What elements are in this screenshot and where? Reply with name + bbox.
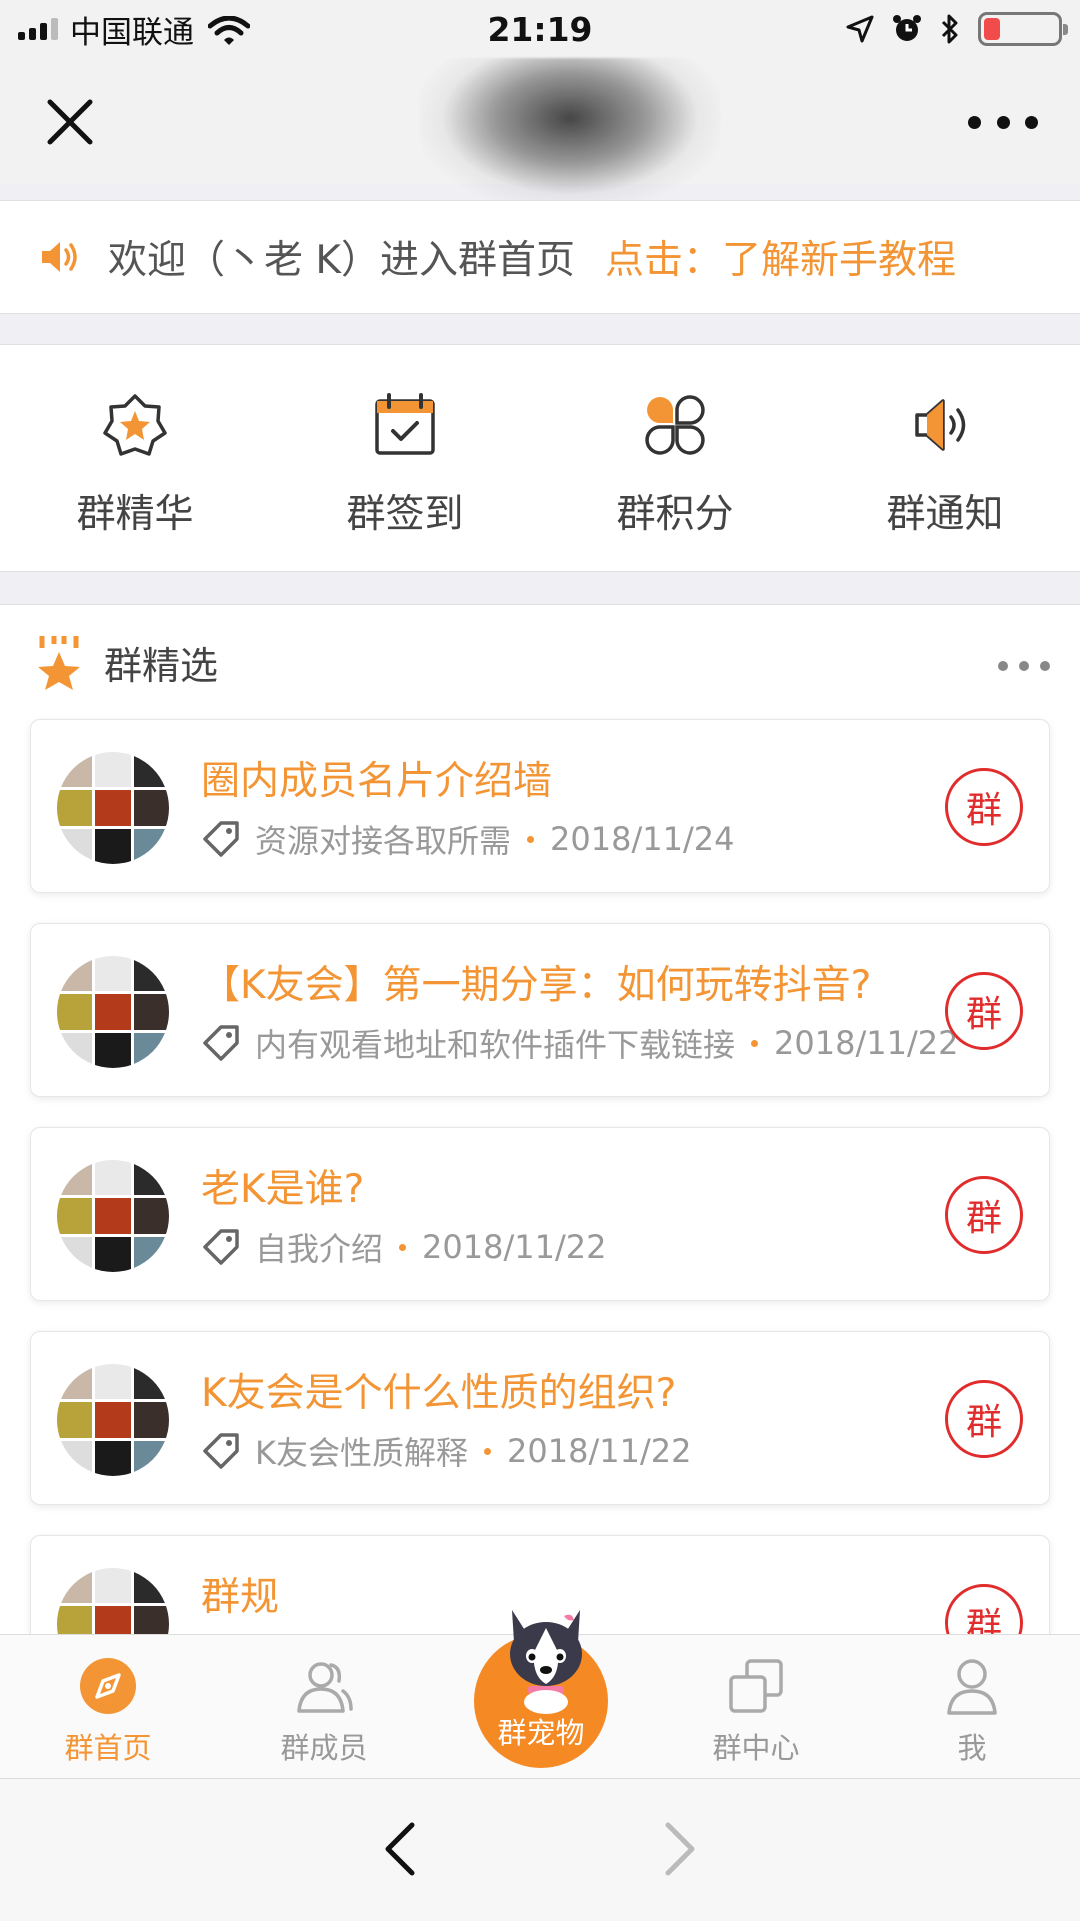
meta-separator — [484, 1447, 491, 1455]
nav-bar — [0, 58, 1080, 208]
speaker-icon — [915, 399, 966, 451]
card-date: 2018/11/22 — [507, 1432, 692, 1470]
welcome-text: 欢迎（丶老 K）进入群首页 — [108, 238, 575, 283]
quick-label: 群积分 — [616, 492, 734, 537]
group-stamp-icon: 群 — [945, 1584, 1023, 1634]
carrier-name: 中国联通 — [70, 14, 194, 51]
close-icon[interactable] — [44, 96, 96, 148]
card-tag: 自我介绍 — [255, 1230, 384, 1268]
back-arrow-icon[interactable] — [380, 1819, 420, 1879]
tab-group-members[interactable]: 群成员 — [216, 1635, 432, 1778]
redacted-title-scribble — [420, 58, 720, 208]
meta-separator — [399, 1243, 407, 1251]
tab-label: 我 — [957, 1731, 987, 1765]
group-stamp-icon: 群 — [945, 1176, 1023, 1254]
more-options-icon[interactable] — [968, 112, 1038, 132]
tab-group-home[interactable]: 群首页 — [0, 1635, 216, 1778]
group-avatar — [57, 1568, 169, 1634]
card-title: 【K友会】第一期分享：如何玩转抖音? — [201, 963, 872, 1008]
card-title: 群规 — [201, 1575, 280, 1620]
speaker-icon — [42, 242, 77, 272]
featured-card[interactable]: 圈内成员名片介绍墙 资源对接各取所需 2018/11/24 群 — [30, 719, 1050, 893]
card-title: 圈内成员名片介绍墙 — [201, 759, 553, 804]
card-tag: 资源对接各取所需 — [255, 822, 512, 860]
compass-icon — [80, 1658, 136, 1714]
welcome-banner: 欢迎（丶老 K）进入群首页 点击：了解新手教程 — [0, 200, 1080, 314]
group-avatar — [57, 956, 169, 1068]
featured-card[interactable]: 老K是谁? 自我介绍 2018/11/22 群 — [30, 1127, 1050, 1301]
card-date: 2018/11/22 — [774, 1024, 959, 1062]
tab-label: 群宠物 — [497, 1716, 585, 1750]
center-squares-icon — [729, 1659, 783, 1713]
card-tag: K友会性质解释 — [255, 1434, 468, 1472]
tag-icon — [203, 821, 239, 857]
quick-item-essence[interactable]: 群精华 — [0, 345, 270, 571]
group-avatar — [57, 752, 169, 864]
tab-label: 群首页 — [64, 1731, 152, 1765]
person-icon — [947, 1659, 997, 1715]
featured-header: 群精选 — [0, 605, 1080, 719]
tab-group-pet[interactable]: 群宠物 — [470, 1610, 612, 1772]
status-bar: 中国联通 21:19 — [0, 0, 1080, 58]
location-arrow-icon — [846, 15, 874, 43]
tab-group-center[interactable]: 群中心 — [648, 1635, 864, 1778]
battery-icon — [978, 12, 1068, 46]
tab-label: 群成员 — [280, 1731, 368, 1765]
calendar-check-icon — [375, 393, 435, 455]
alarm-icon — [893, 15, 921, 41]
card-meta: 内有观看地址和软件插件下载链接 2018/11/22 — [201, 1020, 958, 1066]
star-badge-icon — [103, 394, 167, 456]
card-tag: 内有观看地址和软件插件下载链接 — [255, 1026, 736, 1064]
featured-section: 群精选 圈内成员名片介绍墙 资源对接各取所需 2018/11/24 群 【K友会… — [0, 604, 1080, 1634]
group-avatar — [57, 1160, 169, 1272]
featured-card[interactable]: K友会是个什么性质的组织? K友会性质解释 2018/11/22 群 — [30, 1331, 1050, 1505]
card-meta: K友会性质解释 2018/11/22 — [201, 1428, 691, 1474]
tag-icon — [203, 1229, 239, 1265]
quick-label: 群签到 — [346, 492, 464, 537]
husky-pet-icon — [510, 1610, 582, 1714]
featured-title: 群精选 — [104, 643, 219, 688]
members-icon — [297, 1662, 353, 1713]
group-stamp-icon: 群 — [945, 972, 1023, 1050]
tutorial-link[interactable]: 点击：了解新手教程 — [605, 229, 956, 285]
quick-label: 群精华 — [76, 492, 194, 537]
medal-icon — [38, 636, 80, 690]
tab-label: 群中心 — [712, 1731, 800, 1765]
group-stamp-icon: 群 — [945, 1380, 1023, 1458]
quick-label: 群通知 — [886, 492, 1004, 537]
wifi-icon — [208, 16, 250, 45]
tag-icon — [203, 1433, 239, 1469]
group-avatar — [57, 1364, 169, 1476]
tab-me[interactable]: 我 — [864, 1635, 1080, 1778]
signal-icon — [18, 18, 58, 40]
browser-toolbar — [0, 1778, 1080, 1921]
card-meta: 资源对接各取所需 2018/11/24 — [201, 816, 734, 862]
quick-menu: 群精华 群签到 群积分 群通知 — [0, 344, 1080, 572]
featured-card[interactable]: 【K友会】第一期分享：如何玩转抖音? 内有观看地址和软件插件下载链接 2018/… — [30, 923, 1050, 1097]
featured-more-icon[interactable] — [998, 661, 1050, 671]
card-title: K友会是个什么性质的组织? — [201, 1371, 677, 1416]
quick-item-points[interactable]: 群积分 — [540, 345, 810, 571]
group-stamp-icon: 群 — [945, 768, 1023, 846]
bluetooth-icon — [941, 14, 958, 44]
card-date: 2018/11/24 — [550, 820, 735, 858]
card-title: 老K是谁? — [201, 1167, 365, 1212]
meta-separator — [751, 1039, 759, 1047]
card-date: 2018/11/22 — [422, 1228, 607, 1266]
forward-arrow-icon[interactable] — [660, 1819, 700, 1879]
card-meta: 自我介绍 2018/11/22 — [201, 1224, 606, 1270]
quick-item-notice[interactable]: 群通知 — [810, 345, 1080, 571]
tag-icon — [203, 1025, 239, 1061]
meta-separator — [527, 835, 535, 843]
four-petal-icon — [645, 395, 705, 455]
quick-item-checkin[interactable]: 群签到 — [270, 345, 540, 571]
